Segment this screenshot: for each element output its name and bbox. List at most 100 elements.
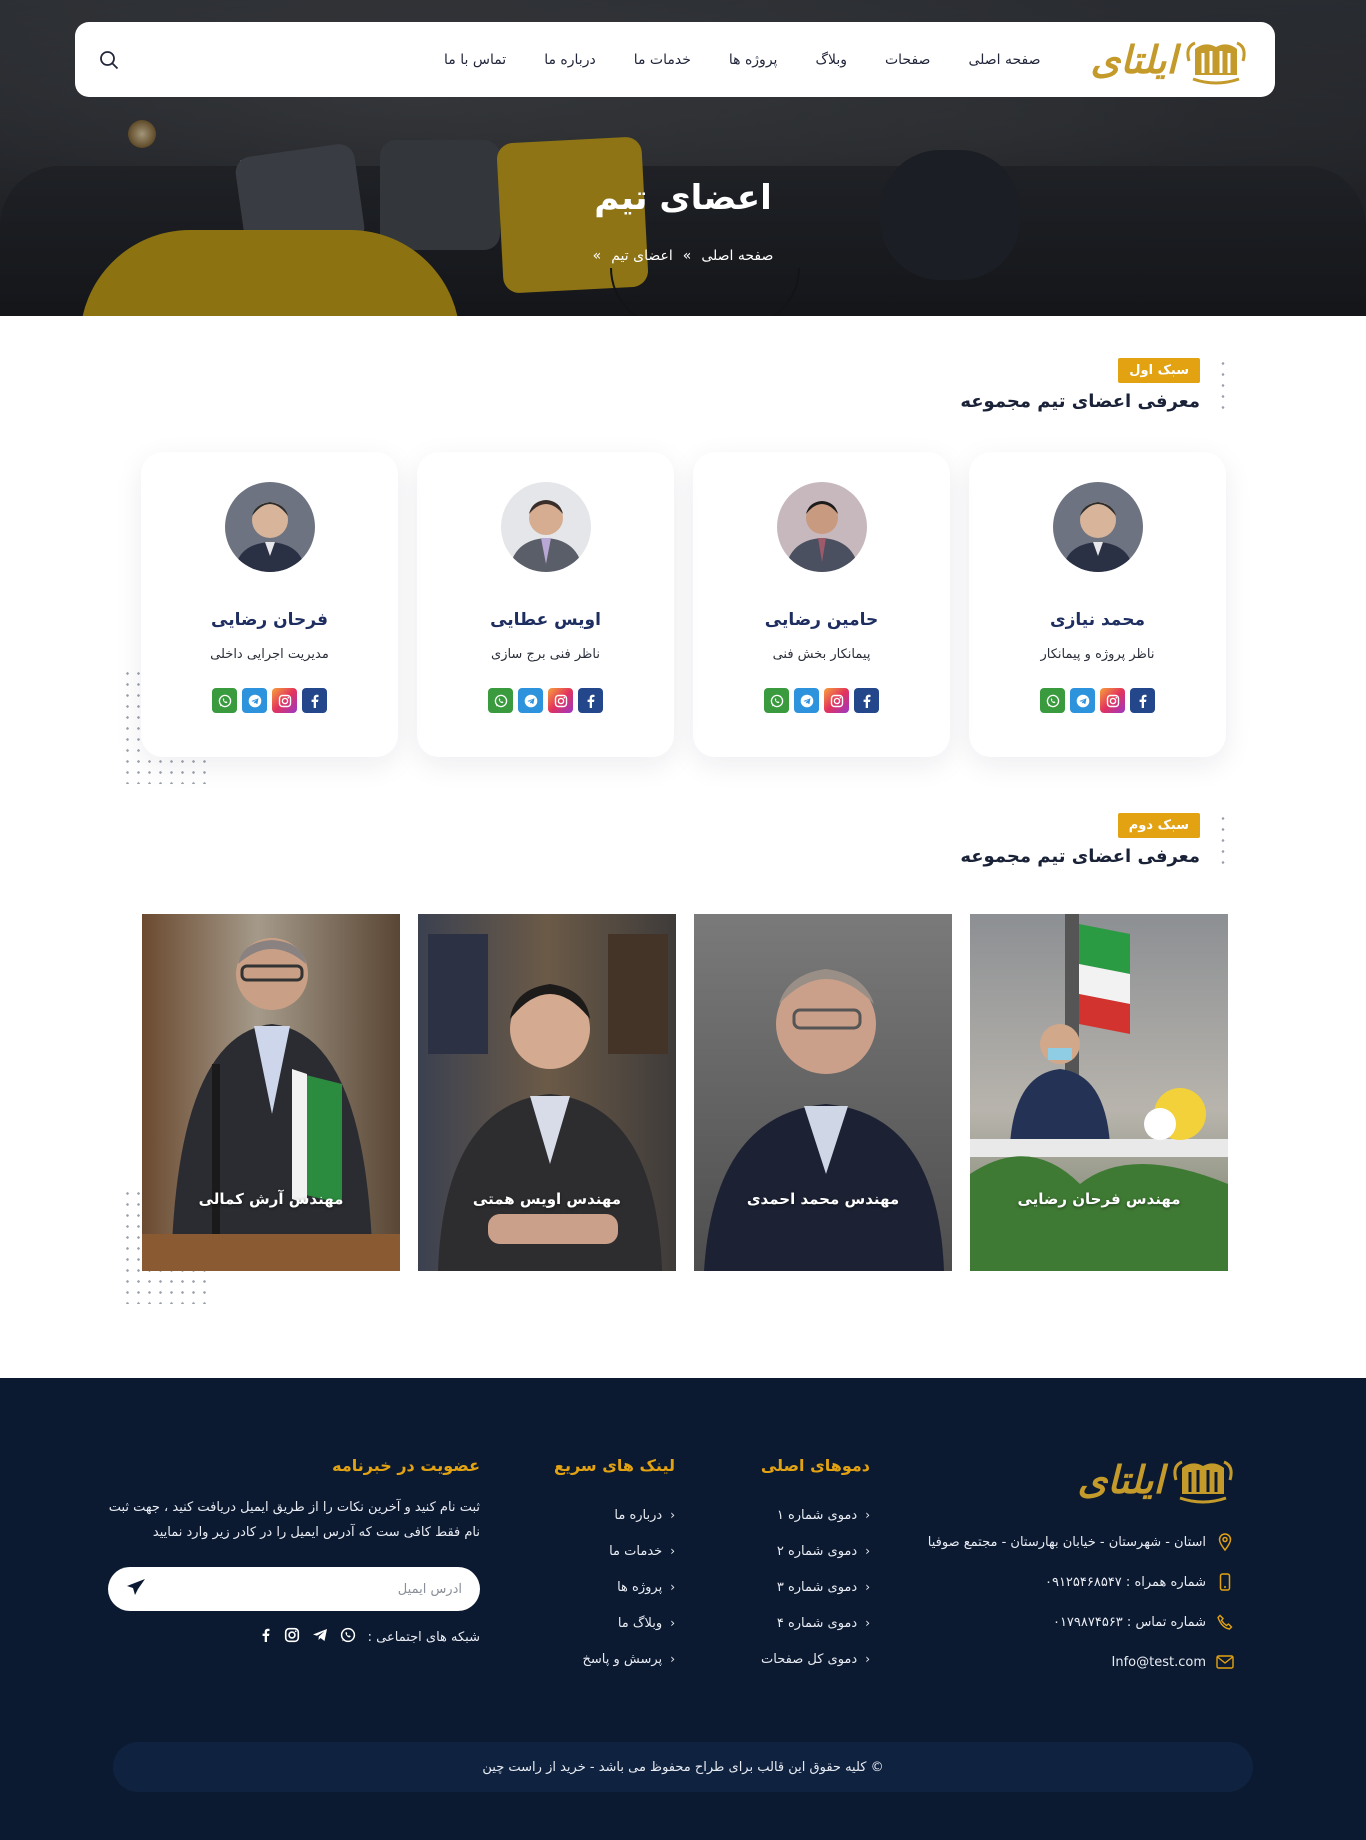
footer-newsletter: عضویت در خبرنامه ثبت نام کنید و آخرین نک… [100, 1456, 480, 1647]
member-role: ناظر فنی برج سازی [491, 647, 600, 662]
facebook-icon[interactable] [302, 688, 327, 713]
nav-item-pages[interactable]: صفحات [885, 52, 930, 68]
instagram-icon[interactable] [548, 688, 573, 713]
nav-item-blog[interactable]: وبلاگ [815, 52, 847, 68]
footer-quick-link[interactable]: ‹ درباره ما [525, 1497, 675, 1533]
member-name: فرحان رضایی [211, 610, 328, 630]
nav-item-home[interactable]: صفحه اصلی [968, 52, 1040, 68]
footer-demos-title: دموهای اصلی [760, 1456, 870, 1475]
chevron-left-icon: ‹ [865, 1580, 870, 1594]
section1-title: معرفی اعضای تیم مجموعه [960, 391, 1200, 412]
telegram-icon[interactable] [242, 688, 267, 713]
footer-quick-link[interactable]: ‹ وبلاگ ما [525, 1605, 675, 1641]
whatsapp-icon[interactable] [1040, 688, 1065, 713]
member-avatar [1053, 482, 1143, 572]
nav-item-contact[interactable]: تماس با ما [444, 52, 506, 68]
footer-quick-link[interactable]: ‹ پرسش و پاسخ [525, 1641, 675, 1677]
contact-mobile[interactable]: شماره همراه : ۰۹۱۲۵۴۶۸۵۴۷ [894, 1562, 1234, 1602]
telegram-icon[interactable] [1070, 688, 1095, 713]
contact-email[interactable]: Info@test.com [894, 1642, 1234, 1682]
telegram-icon[interactable] [312, 1627, 328, 1647]
logo-crest-icon [1173, 1460, 1233, 1504]
newsletter-email-input[interactable] [172, 1581, 462, 1597]
breadcrumb-separator: » [592, 248, 602, 264]
member-role: مدیریت اجرایی داخلی [210, 647, 329, 662]
team-card: حامین رضایی پیمانکار بخش فنی [693, 452, 950, 757]
chevron-left-icon: ‹ [670, 1508, 675, 1522]
site-logo[interactable]: ایلتای [1090, 35, 1247, 85]
team-card: فرحان رضایی مدیریت اجرایی داخلی [141, 452, 398, 757]
section2-heading: سبک دوم معرفی اعضای تیم مجموعه [960, 813, 1200, 867]
whatsapp-icon[interactable] [764, 688, 789, 713]
mail-icon [1216, 1653, 1234, 1671]
footer-logo[interactable]: ایلتای [894, 1454, 1234, 1504]
search-icon [100, 51, 119, 70]
team-photo-tile[interactable]: مهندس محمد احمدی [694, 914, 952, 1271]
footer-logo-text: ایلتای [1077, 1456, 1164, 1502]
logo-crest-icon [1186, 41, 1246, 84]
team-photo-tile[interactable]: مهندس آرش کمالی [142, 914, 400, 1271]
footer-demos: دموهای اصلی ‹ دموی شماره ۱ ‹ دموی شماره ۲ … [720, 1456, 870, 1677]
chevron-left-icon: ‹ [670, 1616, 675, 1630]
telegram-icon[interactable] [794, 688, 819, 713]
member-socials [693, 688, 950, 713]
footer-demo-link[interactable]: ‹ دموی شماره ۳ [720, 1569, 870, 1605]
footer-quick-links: لینک های سریع ‹ درباره ما ‹ خدمات ما ‹ پروژ… [525, 1456, 675, 1677]
phone-icon [1216, 1613, 1234, 1631]
member-photo [142, 938, 400, 1271]
footer-quick-link[interactable]: ‹ پروژه ها [525, 1569, 675, 1605]
member-avatar [777, 482, 867, 572]
main-navbar: ایلتای صفحه اصلی صفحات وبلاگ پروژه ها خد… [75, 22, 1275, 97]
footer-demo-link[interactable]: ‹ دموی شماره ۴ [720, 1605, 870, 1641]
footer-demo-link[interactable]: ‹ دموی کل صفحات [720, 1641, 870, 1677]
nav-item-services[interactable]: خدمات ما [634, 52, 691, 68]
facebook-icon[interactable] [578, 688, 603, 713]
newsletter-form [108, 1567, 480, 1611]
send-button[interactable] [126, 1578, 146, 1600]
breadcrumb-home[interactable]: صفحه اصلی [701, 248, 773, 264]
location-pin-icon [1216, 1533, 1234, 1551]
member-name: اویس عطایی [490, 610, 601, 630]
member-name: حامین رضایی [764, 610, 879, 630]
member-photo [428, 934, 668, 1271]
team-card: محمد نیازی ناظر پروژه و پیمانکار [969, 452, 1226, 757]
contact-phone[interactable]: شماره تماس : ۰۱۷۹۸۷۴۵۶۳ [894, 1602, 1234, 1642]
footer-demo-link[interactable]: ‹ دموی شماره ۲ [720, 1533, 870, 1569]
team-photo-tile[interactable]: مهندس اویس همتی [418, 914, 676, 1271]
chevron-left-icon: ‹ [670, 1652, 675, 1666]
footer-demo-link[interactable]: ‹ دموی شماره ۱ [720, 1497, 870, 1533]
search-button[interactable] [95, 46, 123, 74]
whatsapp-icon[interactable] [488, 688, 513, 713]
nav-item-projects[interactable]: پروژه ها [729, 52, 778, 68]
section1-tag: سبک اول [1118, 358, 1200, 383]
member-role: ناظر پروژه و پیمانکار [1040, 647, 1155, 662]
copyright-text: © کلیه حقوق این قالب برای طراح محفوظ می … [482, 1759, 884, 1775]
member-photo [970, 914, 1228, 1271]
whatsapp-icon[interactable] [212, 688, 237, 713]
section1-heading: سبک اول معرفی اعضای تیم مجموعه [960, 358, 1200, 412]
member-name: مهندس اویس همتی [472, 1190, 622, 1208]
telegram-icon[interactable] [518, 688, 543, 713]
member-role: پیمانکار بخش فنی [772, 647, 871, 662]
logo-text: ایلتای [1090, 37, 1177, 82]
facebook-icon[interactable] [854, 688, 879, 713]
instagram-icon[interactable] [1100, 688, 1125, 713]
instagram-icon[interactable] [272, 688, 297, 713]
section2-title: معرفی اعضای تیم مجموعه [960, 846, 1200, 867]
contact-address: استان - شهرستان - خیابان بهارستان - مجتم… [894, 1522, 1234, 1562]
chevron-left-icon: ‹ [865, 1652, 870, 1666]
facebook-icon[interactable] [1130, 688, 1155, 713]
nav-item-about[interactable]: درباره ما [544, 52, 595, 68]
whatsapp-icon[interactable] [340, 1627, 356, 1647]
member-avatar [225, 482, 315, 572]
team-photo-tile[interactable]: مهندس فرحان رضایی [970, 914, 1228, 1271]
instagram-icon[interactable] [824, 688, 849, 713]
member-name: محمد نیازی [1050, 610, 1145, 630]
newsletter-title: عضویت در خبرنامه [332, 1456, 480, 1475]
instagram-icon[interactable] [284, 1627, 300, 1647]
facebook-icon[interactable] [260, 1627, 272, 1647]
member-photo [704, 969, 944, 1271]
footer-quick-link[interactable]: ‹ خدمات ما [525, 1533, 675, 1569]
breadcrumb: صفحه اصلی » اعضای تیم » [0, 248, 1366, 264]
newsletter-text: ثبت نام کنید و آخرین نکات را از طریق ایم… [108, 1500, 480, 1540]
